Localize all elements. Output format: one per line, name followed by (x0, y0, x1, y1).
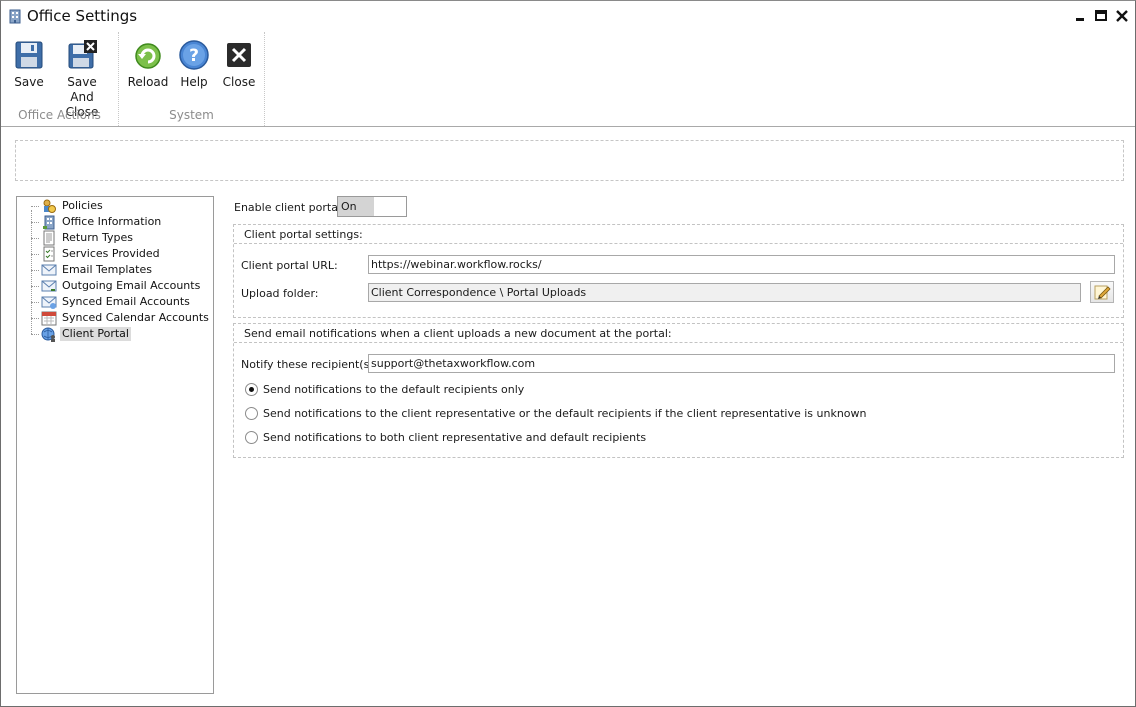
tree-hook (31, 318, 39, 319)
notification-settings-title: Send email notifications when a client u… (244, 327, 672, 340)
envelope-sync-icon (41, 296, 57, 309)
help-icon: ? (179, 40, 209, 70)
tree-item-label: Synced Email Accounts (62, 295, 190, 308)
system-group: Reload ? Help Close System (119, 32, 265, 126)
portal-url-field[interactable]: https://webinar.workflow.rocks/ (368, 255, 1115, 274)
save-label: Save (14, 75, 44, 89)
tree-hook (31, 238, 39, 239)
edit-upload-folder-button[interactable] (1090, 281, 1114, 303)
tree-hook (31, 334, 39, 335)
reload-label: Reload (127, 75, 169, 89)
tree-connector-line (31, 210, 32, 334)
office-actions-group-label: Office Actions (18, 108, 101, 122)
radio-button[interactable] (245, 407, 258, 420)
tree-item-label: Policies (62, 199, 103, 212)
notify-recipients-field[interactable]: support@thetaxworkflow.com (368, 354, 1115, 373)
ribbon: Save Save And Close Office Actions Reloa… (1, 32, 1135, 127)
help-label: Help (180, 75, 208, 89)
tree-item-label: Services Provided (62, 247, 160, 260)
tree-hook (31, 222, 39, 223)
radio-both-recipients[interactable]: Send notifications to both client repres… (245, 430, 647, 446)
floppy-disk-icon (15, 41, 43, 69)
office-actions-group: Save Save And Close Office Actions (1, 32, 119, 126)
envelope-icon (41, 264, 57, 276)
tree-item-label: Client Portal (60, 327, 131, 341)
portal-url-label: Client portal URL: (241, 259, 338, 272)
portal-settings-title: Client portal settings: (244, 228, 363, 241)
office-settings-window: Office Settings Save Save And Close Offi… (0, 0, 1136, 707)
maximize-icon[interactable] (1093, 9, 1109, 23)
save-button[interactable]: Save (9, 39, 49, 90)
tree-hook (31, 206, 39, 207)
radio-label: Send notifications to both client repres… (263, 431, 647, 444)
group-separator (234, 243, 1123, 244)
close-icon (227, 43, 251, 67)
checklist-icon (43, 246, 55, 262)
tree-item-label: Email Templates (62, 263, 152, 276)
group-separator (234, 342, 1123, 343)
close-button[interactable]: Close (219, 39, 259, 90)
save-and-close-label-line1: Save And (67, 75, 97, 104)
tree-hook (31, 286, 39, 287)
upload-folder-field: Client Correspondence \ Portal Uploads (368, 283, 1081, 302)
client-portal-panel: Enable client portal: On Client portal s… (233, 196, 1125, 466)
tree-item-label: Office Information (62, 215, 162, 228)
globe-user-icon (41, 327, 55, 342)
tree-hook (31, 254, 39, 255)
radio-default-recipients-only[interactable]: Send notifications to the default recipi… (245, 382, 545, 398)
pencil-icon (1094, 285, 1111, 300)
reload-button[interactable]: Reload (127, 39, 169, 90)
enable-portal-label: Enable client portal: (234, 201, 345, 214)
toggle-state: On (338, 197, 374, 216)
title-bar: Office Settings (1, 1, 1135, 32)
window-title: Office Settings (27, 7, 138, 25)
help-button[interactable]: ? Help (176, 39, 212, 90)
envelope-outgoing-icon (41, 280, 57, 292)
reload-icon (135, 43, 161, 69)
notification-settings-group: Send email notifications when a client u… (233, 323, 1124, 458)
system-group-label: System (169, 108, 214, 122)
radio-button[interactable] (245, 383, 258, 396)
close-label: Close (222, 75, 256, 89)
tree-item-label: Return Types (62, 231, 133, 244)
radio-client-rep-or-default[interactable]: Send notifications to the client represe… (245, 406, 867, 422)
minimize-icon[interactable] (1072, 9, 1088, 23)
office-building-icon (9, 9, 21, 24)
calendar-icon (41, 311, 57, 326)
radio-label: Send notifications to the client represe… (263, 407, 867, 420)
policies-icon (43, 199, 56, 213)
tree-item-label: Synced Calendar Accounts (62, 311, 209, 324)
tree-item-label: Outgoing Email Accounts (62, 279, 201, 292)
radio-button[interactable] (245, 431, 258, 444)
document-icon (43, 230, 55, 246)
settings-tree: Policies Office Information Return Types (16, 196, 214, 694)
close-window-icon[interactable] (1114, 9, 1130, 23)
upload-folder-label: Upload folder: (241, 287, 319, 300)
tree-hook (31, 270, 39, 271)
office-building-icon (43, 215, 55, 230)
tree-hook (31, 302, 39, 303)
enable-portal-toggle[interactable]: On (337, 196, 407, 217)
radio-label: Send notifications to the default recipi… (263, 383, 525, 396)
floppy-disk-close-icon (68, 40, 97, 69)
notify-recipients-label: Notify these recipient(s): (241, 358, 378, 371)
svg-text:?: ? (189, 46, 199, 66)
portal-settings-group: Client portal settings: Client portal UR… (233, 224, 1124, 318)
info-strip (15, 140, 1124, 181)
